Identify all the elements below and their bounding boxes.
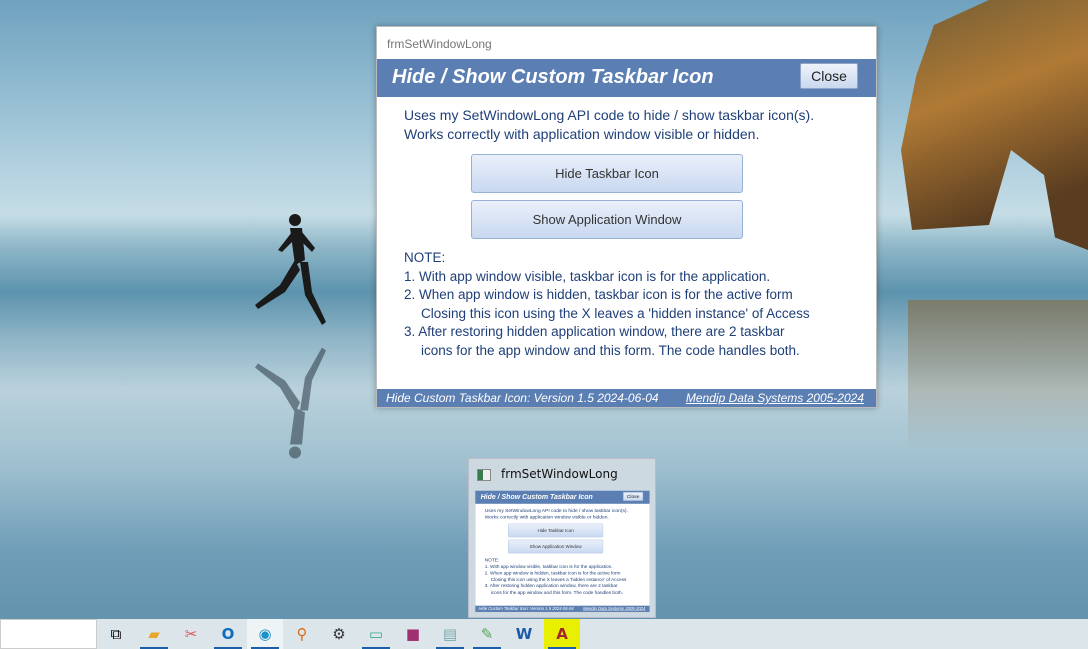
thumb-line: 3. After restoring hidden application wi…: [484, 583, 618, 589]
thumb-link: Mendip Data Systems 2005-2024: [583, 606, 646, 612]
intro-line: Works correctly with application window …: [404, 126, 760, 142]
form-title-bar[interactable]: frmSetWindowLong: [377, 27, 876, 59]
outlook-icon[interactable]: O: [210, 619, 246, 649]
version-text: Hide Custom Taskbar Icon: Version 1.5 20…: [386, 391, 659, 405]
note-item: 1. With app window visible, taskbar icon…: [404, 268, 771, 284]
search-tool-icon[interactable]: ⚲: [284, 619, 320, 649]
taskbar-thumbnail-preview[interactable]: frmSetWindowLong Hide / Show Custom Task…: [468, 458, 656, 618]
task-view-icon[interactable]: ⧉: [98, 619, 134, 649]
thumb-header-title: Hide / Show Custom Taskbar Icon: [480, 492, 593, 501]
intro-line: Uses my SetWindowLong API code to hide /…: [404, 107, 815, 123]
cliff-reflection: [908, 300, 1088, 450]
note-item: 2. When app window is hidden, taskbar ic…: [404, 287, 793, 302]
file-explorer-icon[interactable]: ▰: [136, 619, 172, 649]
notepad-icon[interactable]: ▤: [432, 619, 468, 649]
edge-icon[interactable]: ◉: [247, 619, 283, 649]
access-icon[interactable]: A: [544, 619, 580, 649]
thumb-version: Hide Custom Taskbar Icon: Version 1.5 20…: [478, 606, 574, 612]
thumb-footer: Hide Custom Taskbar Icon: Version 1.5 20…: [475, 605, 650, 612]
runner-silhouette: [255, 214, 326, 325]
mendip-link[interactable]: Mendip Data Systems 2005-2024: [686, 389, 864, 407]
thumb-line: icons for the app window and this form. …: [490, 589, 623, 595]
thumb-line: Uses my SetWindowLong API code to hide /…: [484, 507, 628, 513]
thumb-header: Hide / Show Custom Taskbar Icon Close: [475, 490, 650, 504]
taskbar: ⧉ ▰ ✂ O ◉ ⚲ ⚙ ▭ ■ ▤ ✎ W A: [0, 619, 1088, 649]
settings-gear-icon[interactable]: ⚙: [321, 619, 357, 649]
thumb-close: Close: [622, 491, 644, 501]
thumb-notes: NOTE: 1. With app window visible, taskbar…: [485, 557, 627, 596]
thumbnail-form: Hide / Show Custom Taskbar Icon Close Use…: [475, 490, 650, 613]
thumb-line: 2. When app window is hidden, taskbar ic…: [484, 570, 621, 576]
form-footer: Hide Custom Taskbar Icon: Version 1.5 20…: [377, 389, 876, 407]
note-item: 3. After restoring hidden application wi…: [404, 324, 785, 339]
snipping-tool-icon[interactable]: ✂: [173, 619, 209, 649]
close-button[interactable]: Close: [800, 63, 858, 89]
runner-reflection: [255, 347, 326, 459]
thumbnail-image: Hide / Show Custom Taskbar Icon Close Use…: [475, 490, 650, 613]
thumb-hide-button: Hide Taskbar Icon: [508, 523, 604, 538]
resource-monitor-icon[interactable]: ▭: [358, 619, 394, 649]
taskbar-search-box[interactable]: [0, 619, 97, 649]
word-icon[interactable]: W: [506, 619, 542, 649]
header-title: Hide / Show Custom Taskbar Icon: [392, 66, 714, 88]
intro-text: Uses my SetWindowLong API code to hide /…: [404, 106, 814, 144]
notepad-edit-icon[interactable]: ✎: [469, 619, 505, 649]
note-item: Closing this icon using the X leaves a '…: [421, 305, 810, 321]
note-title: NOTE:: [404, 250, 446, 265]
thumb-line: Works correctly with application window …: [484, 513, 609, 520]
show-application-window-button[interactable]: Show Application Window: [471, 200, 743, 239]
thumb-intro: Uses my SetWindowLong API code to hide /…: [485, 507, 628, 520]
media-app-icon[interactable]: ■: [395, 619, 431, 649]
form-header: Hide / Show Custom Taskbar Icon Close: [377, 59, 876, 97]
sea-cliff-background: [901, 0, 1088, 250]
form-icon: [477, 469, 491, 481]
hide-taskbar-icon-button[interactable]: Hide Taskbar Icon: [471, 154, 743, 193]
notes: NOTE: 1. With app window visible, taskba…: [404, 249, 810, 360]
set-window-long-form: frmSetWindowLong Hide / Show Custom Task…: [376, 26, 877, 408]
thumbnail-title: frmSetWindowLong: [501, 467, 618, 481]
thumb-show-button: Show Application Window: [508, 539, 604, 554]
note-item: icons for the app window and this form. …: [421, 342, 800, 358]
